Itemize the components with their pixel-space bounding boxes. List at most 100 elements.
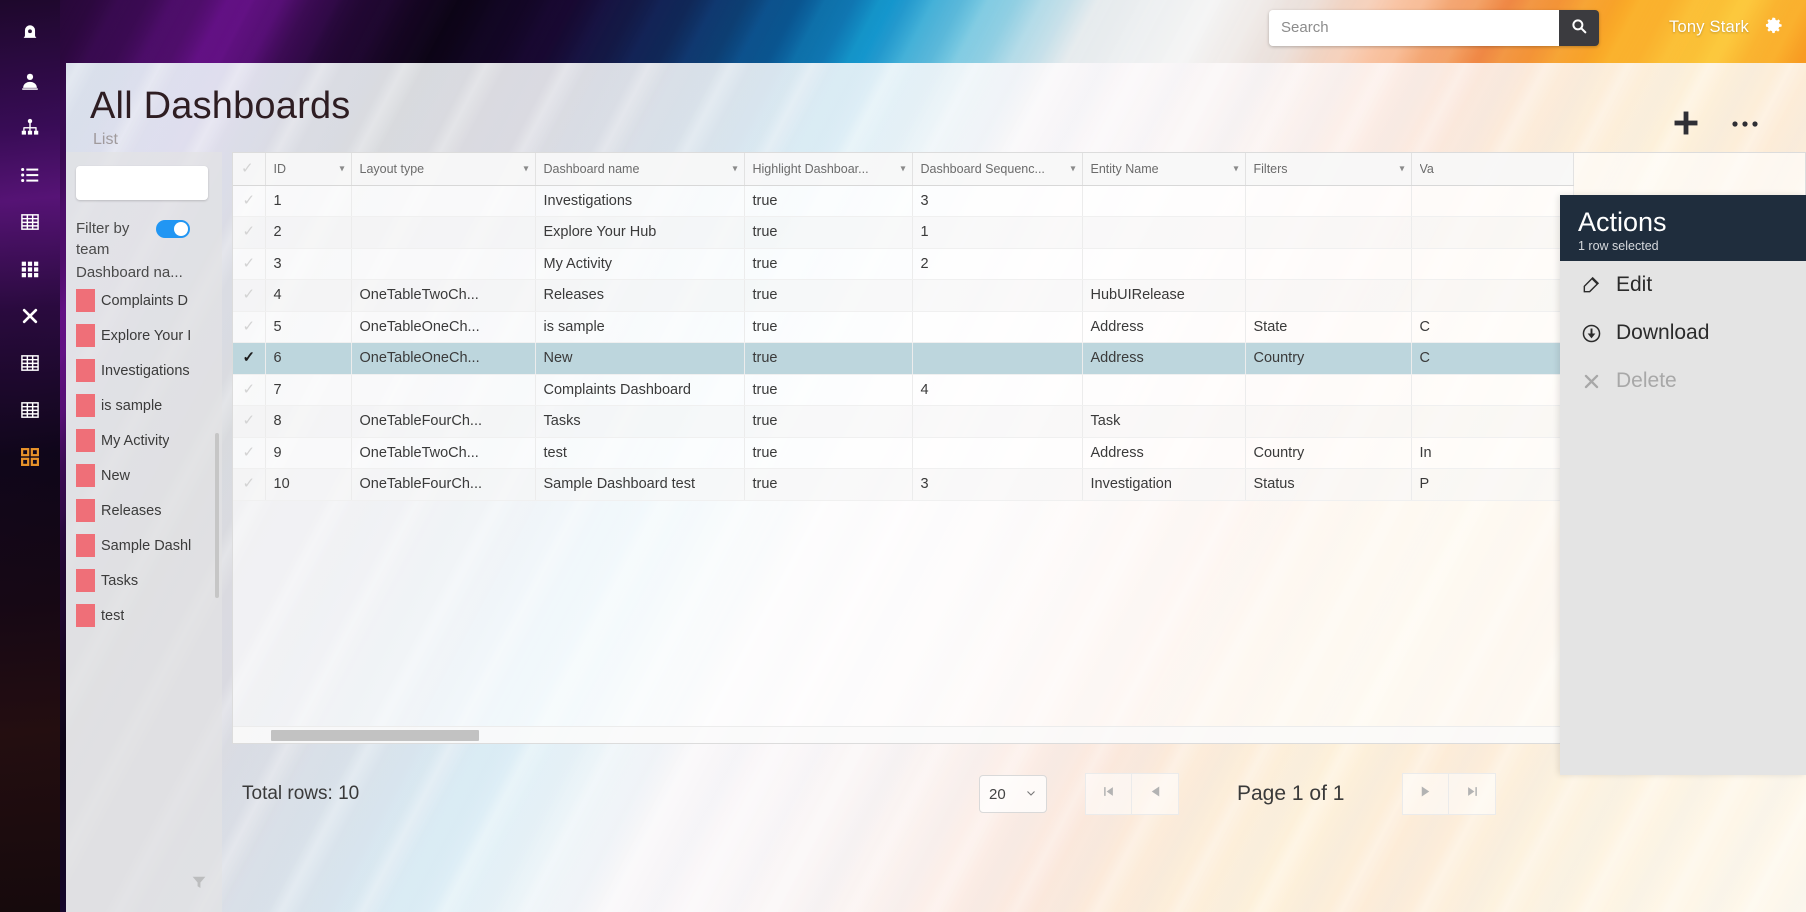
list-item[interactable]: My Activity — [76, 423, 222, 458]
next-page-button[interactable] — [1402, 773, 1450, 815]
list-item[interactable]: test — [76, 598, 222, 633]
actions-selection-count: 1 row selected — [1578, 239, 1659, 253]
filter-search — [76, 166, 208, 200]
list-icon — [19, 164, 41, 186]
cell-layout-type: OneTableTwoCh... — [351, 279, 536, 312]
cell-id: 4 — [265, 279, 352, 312]
list-item[interactable]: New — [76, 458, 222, 493]
table-row[interactable]: ✓ 9 OneTableTwoCh... test true Address C… — [233, 437, 1574, 469]
filter-by-team-row: Filter by team — [66, 200, 222, 260]
column-header-dashboard-sequence[interactable]: Dashboard Sequenc... ▾ — [912, 153, 1083, 186]
filter-chip-list: Complaints D Explore Your I Investigatio… — [66, 283, 222, 856]
dashboards-table: ✓ ID ▾ Layout type ▾ Dashboard name ▾ Hi… — [233, 153, 1574, 501]
rail-item-close[interactable] — [0, 292, 60, 339]
action-delete: Delete — [1560, 357, 1806, 405]
cell-highlight-dashboard: true — [744, 216, 913, 249]
rail-item-organization[interactable] — [0, 104, 60, 151]
page-body: Filter by team Dashboard na... Complaint… — [66, 152, 1806, 912]
cell-filters — [1245, 248, 1412, 280]
rail-item-table-1[interactable] — [0, 198, 60, 245]
list-item[interactable]: Tasks — [76, 563, 222, 598]
more-options-button[interactable] — [1728, 107, 1762, 144]
search-input[interactable] — [1269, 9, 1560, 46]
rail-item-person[interactable] — [0, 57, 60, 104]
table-row[interactable]: ✓ 7 Complaints Dashboard true 4 — [233, 374, 1574, 406]
add-button[interactable] — [1670, 107, 1702, 144]
chevron-down-icon: ▾ — [1233, 163, 1239, 175]
previous-page-button[interactable] — [1132, 773, 1179, 815]
column-header-entity-name[interactable]: Entity Name ▾ — [1082, 153, 1246, 186]
table-row[interactable]: ✓ 5 OneTableOneCh... is sample true Addr… — [233, 311, 1574, 343]
row-checkbox[interactable]: ✓ — [233, 248, 266, 280]
select-all-header[interactable]: ✓ — [233, 153, 266, 186]
column-header-id[interactable]: ID ▾ — [265, 153, 352, 186]
row-checkbox[interactable]: ✓ — [233, 185, 266, 217]
row-checkbox[interactable]: ✓ — [233, 279, 266, 312]
table-row[interactable]: ✓ 4 OneTableTwoCh... Releases true HubUI… — [233, 279, 1574, 312]
cell-filters — [1245, 216, 1412, 249]
delete-x-icon — [1580, 372, 1602, 391]
organization-icon — [19, 117, 41, 139]
column-header-layout-type[interactable]: Layout type ▾ — [351, 153, 536, 186]
checkmark-icon: ✓ — [242, 443, 256, 461]
filter-group-label: Dashboard na... — [76, 264, 183, 281]
filter-search-input[interactable] — [76, 166, 208, 200]
first-page-button[interactable] — [1085, 773, 1132, 815]
column-label: Layout type — [359, 162, 425, 177]
cell-values — [1411, 248, 1574, 280]
cell-id: 8 — [265, 405, 352, 438]
color-swatch — [76, 534, 95, 557]
table-row-selected[interactable]: ✓ 6 OneTableOneCh... New true Address Co… — [233, 342, 1574, 375]
actions-title: Actions — [1578, 207, 1667, 237]
rail-item-apps[interactable] — [0, 245, 60, 292]
table-row[interactable]: ✓ 2 Explore Your Hub true 1 — [233, 216, 1574, 249]
table-row[interactable]: ✓ 1 Investigations true 3 — [233, 185, 1574, 217]
row-checkbox[interactable]: ✓ — [233, 216, 266, 249]
cell-layout-type — [351, 216, 536, 249]
cell-values — [1411, 216, 1574, 249]
filter-by-team-toggle[interactable] — [156, 220, 190, 238]
chip-label: Releases — [101, 502, 162, 519]
search-button[interactable] — [1559, 9, 1600, 46]
action-download[interactable]: Download — [1560, 309, 1806, 357]
list-item[interactable]: Explore Your I — [76, 318, 222, 353]
rail-item-table-3[interactable] — [0, 386, 60, 433]
horizontal-scrollbar-thumb[interactable] — [271, 730, 479, 741]
cell-entity-name: Address — [1082, 437, 1246, 469]
column-header-values[interactable]: Va — [1411, 153, 1574, 186]
last-page-button[interactable] — [1449, 773, 1497, 815]
color-swatch — [76, 289, 95, 312]
filter-list-scrollbar[interactable] — [215, 433, 219, 598]
row-checkbox[interactable]: ✓ — [233, 437, 266, 469]
column-header-filters[interactable]: Filters ▾ — [1245, 153, 1412, 186]
row-checkbox[interactable]: ✓ — [233, 374, 266, 406]
list-item[interactable]: Sample Dashl — [76, 528, 222, 563]
list-item[interactable]: is sample — [76, 388, 222, 423]
cell-values — [1411, 279, 1574, 312]
rail-item-table-2[interactable] — [0, 339, 60, 386]
plus-icon — [1670, 107, 1702, 144]
cell-dashboard-sequence: 3 — [912, 185, 1083, 217]
action-edit[interactable]: Edit — [1560, 261, 1806, 309]
rail-item-notifications[interactable] — [0, 10, 60, 57]
list-item[interactable]: Investigations — [76, 353, 222, 388]
chevron-down-icon: ▾ — [900, 163, 906, 175]
settings-gear-button[interactable] — [1763, 15, 1784, 41]
list-item[interactable]: Releases — [76, 493, 222, 528]
row-checkbox[interactable]: ✓ — [233, 468, 266, 501]
row-checkbox[interactable]: ✓ — [233, 405, 266, 438]
page-size-select[interactable]: 20 — [979, 775, 1047, 813]
table-row[interactable]: ✓ 3 My Activity true 2 — [233, 248, 1574, 280]
rail-item-dashboards[interactable] — [0, 433, 60, 480]
column-header-dashboard-name[interactable]: Dashboard name ▾ — [535, 153, 745, 186]
filter-toggle-button[interactable] — [190, 873, 208, 896]
column-header-highlight-dashboard[interactable]: Highlight Dashboar... ▾ — [744, 153, 913, 186]
row-checkbox[interactable]: ✓ — [233, 311, 266, 343]
table-row[interactable]: ✓ 8 OneTableFourCh... Tasks true Task — [233, 405, 1574, 438]
table-row[interactable]: ✓ 10 OneTableFourCh... Sample Dashboard … — [233, 468, 1574, 501]
rail-item-list[interactable] — [0, 151, 60, 198]
close-x-icon — [20, 306, 40, 326]
list-item[interactable]: Complaints D — [76, 283, 222, 318]
checkmark-icon: ✓ — [242, 317, 256, 335]
row-checkbox[interactable]: ✓ — [233, 342, 266, 375]
